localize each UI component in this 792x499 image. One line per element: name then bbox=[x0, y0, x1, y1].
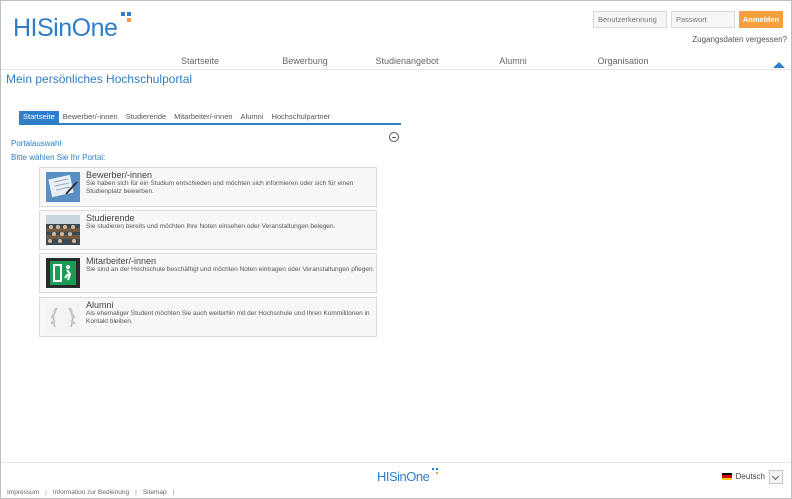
card-description: Sie studieren bereits und möchten Ihre N… bbox=[86, 223, 336, 230]
card-description: Sie sind an der Hochschule beschäftigt u… bbox=[86, 266, 375, 273]
card-description: Sie haben sich für ein Studium entschied… bbox=[86, 180, 354, 195]
username-input[interactable] bbox=[593, 11, 667, 28]
logo-text: HISinOne bbox=[13, 14, 118, 42]
portal-card-bewerber[interactable]: Bewerber/-innen Sie haben sich für ein S… bbox=[39, 167, 377, 207]
language-selector[interactable]: Deutsch bbox=[721, 472, 765, 481]
triangle-up-icon[interactable] bbox=[773, 62, 785, 68]
tab-hochschulpartner[interactable]: Hochschulpartner bbox=[267, 111, 334, 123]
footer-links: Impressum | Information zur Bedienung | … bbox=[7, 489, 174, 496]
forgot-credentials-link[interactable]: Zugangsdaten vergessen? bbox=[692, 35, 787, 44]
nav-item-organisation[interactable]: Organisation bbox=[563, 53, 683, 69]
tab-bewerber[interactable]: Bewerber/-innen bbox=[59, 111, 122, 123]
language-label: Deutsch bbox=[735, 472, 765, 481]
portal-prompt: Bitte wählen Sie Ihr Portal: bbox=[11, 153, 106, 162]
lecture-hall-image bbox=[46, 215, 80, 245]
portal-card-mitarbeiter[interactable]: Mitarbeiter/-innen Sie sind an der Hochs… bbox=[39, 253, 377, 293]
chevron-down-icon[interactable] bbox=[769, 470, 783, 484]
exit-sign-image bbox=[46, 258, 80, 288]
footer-separator: | bbox=[135, 489, 137, 496]
card-description: Als ehemaliger Student möchten Sie auch … bbox=[86, 310, 370, 325]
nav-divider bbox=[1, 69, 791, 70]
login-button[interactable]: Anmelden bbox=[739, 11, 783, 28]
tab-mitarbeiter[interactable]: Mitarbeiter/-innen bbox=[170, 111, 236, 123]
password-input[interactable] bbox=[671, 11, 735, 28]
logo-squares-icon bbox=[431, 468, 439, 476]
portal-card-alumni[interactable]: Alumni Als ehemaliger Student möchten Si… bbox=[39, 297, 377, 337]
footer-logo: HISinOne bbox=[377, 468, 439, 486]
page-title: Mein persönliches Hochschulportal bbox=[6, 72, 193, 86]
footer-link-bedienung[interactable]: Information zur Bedienung bbox=[53, 489, 129, 496]
login-bar: Anmelden bbox=[593, 11, 783, 28]
footer-logo-text: HISinOne bbox=[377, 469, 430, 484]
main-navigation: Startseite Bewerbung Studienangebot Alum… bbox=[141, 53, 701, 69]
minus-circle-icon[interactable] bbox=[389, 132, 399, 142]
hisinone-logo[interactable]: HISinOne bbox=[13, 12, 134, 49]
tab-alumni[interactable]: Alumni bbox=[237, 111, 268, 123]
alumni-laurel-image bbox=[46, 302, 80, 332]
card-title: Mitarbeiter/-innen bbox=[86, 256, 157, 266]
card-title: Alumni bbox=[86, 300, 114, 310]
portal-card-studierende[interactable]: Studierende Sie studieren bereits und mö… bbox=[39, 210, 377, 250]
footer-separator: | bbox=[45, 489, 47, 496]
card-title: Bewerber/-innen bbox=[86, 170, 153, 180]
nav-item-startseite[interactable]: Startseite bbox=[141, 53, 259, 69]
portal-tab-bar: Startseite Bewerber/-innen Studierende M… bbox=[19, 111, 401, 125]
portal-section-header: Portalauswahl bbox=[11, 132, 401, 148]
footer-separator: | bbox=[172, 489, 175, 496]
page-frame: HISinOne Anmelden Zugangsdaten vergessen… bbox=[0, 0, 792, 499]
german-flag-icon bbox=[721, 473, 732, 480]
nav-item-bewerbung[interactable]: Bewerbung bbox=[259, 53, 351, 69]
footer-link-sitemap[interactable]: Sitemap bbox=[143, 489, 167, 496]
footer-link-impressum[interactable]: Impressum bbox=[7, 489, 39, 496]
footer-divider bbox=[1, 462, 791, 463]
portal-heading: Portalauswahl bbox=[11, 139, 62, 148]
nav-item-alumni[interactable]: Alumni bbox=[463, 53, 563, 69]
tab-studierende[interactable]: Studierende bbox=[122, 111, 170, 123]
nav-item-studienangebot[interactable]: Studienangebot bbox=[351, 53, 463, 69]
card-title: Studierende bbox=[86, 213, 135, 223]
application-form-image bbox=[46, 172, 80, 202]
tab-startseite[interactable]: Startseite bbox=[19, 111, 59, 123]
logo-squares-icon bbox=[120, 12, 134, 26]
